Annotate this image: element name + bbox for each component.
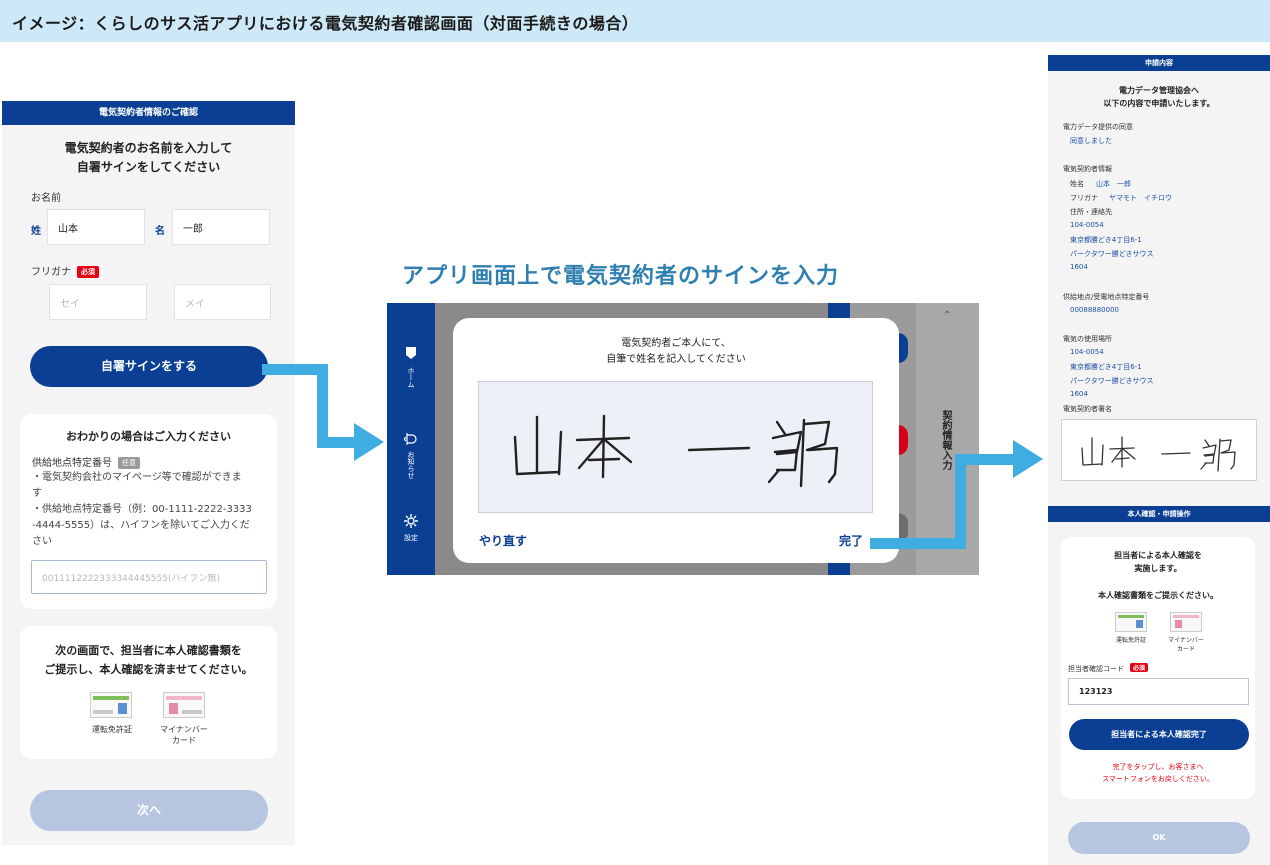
verification-header: 本人確認・申請操作 <box>1048 506 1270 522</box>
kana-key: フリガナ <box>1070 194 1098 202</box>
mynumber-card-icon <box>163 692 205 718</box>
bell-icon <box>403 432 417 446</box>
flow-arrow-1-vertical <box>317 364 328 448</box>
kana-sei-input[interactable]: セイ <box>49 284 147 320</box>
ok-button[interactable]: OK <box>1068 822 1250 854</box>
usage-line-1: 104-0054 <box>1070 348 1104 356</box>
gear-icon <box>404 514 418 528</box>
drivers-license-icon <box>90 692 132 718</box>
done-button[interactable]: 完了 <box>839 532 863 549</box>
redo-button[interactable]: やり直す <box>479 532 527 549</box>
signature-label: 電気契約者署名 <box>1063 405 1112 413</box>
flow-arrow-1-tail <box>317 437 359 448</box>
mynumber-card-label: マイナンバー カード <box>1168 637 1204 653</box>
mei-input[interactable]: 一郎 <box>172 209 270 245</box>
address-line-4: 1604 <box>1070 263 1088 271</box>
name-value: 山本 一郎 <box>1096 180 1131 188</box>
sei-label: 姓 <box>31 226 41 237</box>
address-line-1: 104-0054 <box>1070 221 1104 229</box>
sei-input[interactable]: 山本 <box>47 209 145 245</box>
side-nav-settings-label: 設定 <box>404 534 418 542</box>
staff-verify-complete-button[interactable]: 担当者による本人確認完了 <box>1069 719 1249 750</box>
top-banner: イメージ：くらしのサス活アプリにおける電気契約者確認画面（対面手続きの場合） <box>0 0 1270 42</box>
signature-preview <box>1061 419 1257 481</box>
usage-line-4: 1604 <box>1070 390 1088 398</box>
home-icon <box>406 347 416 359</box>
optional-badge: 任意 <box>118 457 140 469</box>
supply-point-label: 供給地点特定番号 任意 <box>32 454 140 469</box>
sign-button[interactable]: 自署サインをする <box>30 346 268 387</box>
side-nav-notice[interactable] <box>387 431 435 447</box>
usage-location-label: 電気の使用場所 <box>1063 335 1112 343</box>
next-button[interactable]: 次へ <box>30 790 268 831</box>
tablet-side-nav: ホーム お知らせ 設定 <box>387 303 435 575</box>
contractor-label: 電気契約者情報 <box>1063 165 1112 173</box>
signature-image <box>1081 436 1236 472</box>
chevron-up-icon: ⌃ <box>943 310 952 321</box>
verification-card: 担当者による本人確認を 実施します。 本人確認書類をご提示ください。 運転免許証… <box>1061 537 1255 799</box>
kana-value: ヤマモト イチロウ <box>1109 194 1172 202</box>
id-notice-text: 次の画面で、担当者に本人確認書類を ご提示し、本人確認を済ませてください。 <box>44 644 253 676</box>
required-badge: 必須 <box>77 266 99 278</box>
consent-label: 電力データ提供の同意 <box>1063 123 1133 131</box>
supply-point-input[interactable]: 0011112222333344445555(ハイフン無) <box>31 560 267 594</box>
signature-modal: 電気契約者ご本人にて、 自筆で姓名を記入してください やり直す 完了 <box>453 318 899 563</box>
drivers-license-label: 運転免許証 <box>92 725 132 734</box>
drivers-license-icon <box>1115 612 1147 632</box>
name-key: 姓名 <box>1070 180 1084 188</box>
flow-arrow-2-horizontal <box>870 538 966 549</box>
screen-header: 電気契約者情報のご確認 <box>2 101 295 125</box>
signature-instruction: 電気契約者ご本人にて、 自筆で姓名を記入してください <box>606 338 746 365</box>
staff-code-label: 担当者確認コード 必須 <box>1068 663 1149 674</box>
application-intro: 電力データ管理協会へ 以下の内容で申請いたします。 <box>1103 86 1215 108</box>
side-nav-home[interactable] <box>387 345 435 361</box>
signature-step-heading: アプリ画面上で電気契約者のサインを入力 <box>402 264 840 289</box>
staff-code-input[interactable]: 123123 <box>1068 678 1249 705</box>
screen-instruction: 電気契約者のお名前を入力して 自署サインをしてください <box>64 141 233 174</box>
supply-number-label: 供給地点/受電地点特定番号 <box>1063 293 1150 301</box>
name-label: お名前 <box>31 193 61 204</box>
drivers-license-label: 運転免許証 <box>1115 637 1146 644</box>
flow-arrow-2-tail <box>955 454 1015 465</box>
consent-value: 同意しました <box>1070 137 1112 145</box>
present-id-text: 本人確認書類をご提示ください。 <box>1098 591 1218 600</box>
banner-title: イメージ：くらしのサス活アプリにおける電気契約者確認画面（対面手続きの場合） <box>12 14 639 33</box>
optional-card-title: おわかりの場合はご入力ください <box>66 430 231 443</box>
verification-instruction: 担当者による本人確認を 実施します。 <box>1114 551 1202 573</box>
optional-info-card: おわかりの場合はご入力ください 供給地点特定番号 任意 ・電気契約会社のマイページ… <box>20 414 277 609</box>
usage-line-3: パークタワー勝どきサウス <box>1070 377 1154 385</box>
flow-arrow-2-head <box>1013 440 1043 478</box>
supply-point-note: ・電気契約会社のマイページ等で確認ができま す ・供給地点特定番号（例：00-1… <box>32 472 252 547</box>
mei-label: 名 <box>155 226 165 237</box>
side-nav-notice-label: お知らせ <box>407 451 415 479</box>
address-line-3: パークタワー勝どきサウス <box>1070 250 1154 258</box>
side-nav-home-label: ホーム <box>407 367 415 388</box>
return-phone-note: 完了をタップし、お客さまへ スマートフォンをお戻しください。 <box>1102 763 1214 783</box>
kana-label: フリガナ 必須 <box>31 263 99 278</box>
required-badge: 必須 <box>1130 663 1149 672</box>
address-line-2: 東京都勝どき4丁目6-1 <box>1070 236 1142 244</box>
kana-mei-input[interactable]: メイ <box>174 284 271 320</box>
signature-pad[interactable] <box>478 381 873 513</box>
id-notice-card: 次の画面で、担当者に本人確認書類を ご提示し、本人確認を済ませてください。 運転… <box>20 626 277 759</box>
contractor-info-screen: 電気契約者情報のご確認 電気契約者のお名前を入力して 自署サインをしてください … <box>2 101 295 845</box>
mynumber-card-label: マイナンバー カード <box>160 725 208 745</box>
usage-line-2: 東京都勝どき4丁目6-1 <box>1070 363 1142 371</box>
application-header: 申請内容 <box>1048 55 1270 71</box>
flow-arrow-2-vertical <box>955 454 966 549</box>
mynumber-card-icon <box>1170 612 1202 632</box>
address-key: 住所・連絡先 <box>1070 208 1112 216</box>
supply-number-value: 00088880000 <box>1070 306 1119 314</box>
contract-info-tab-label: 契約情報入力 <box>940 410 951 470</box>
side-nav-settings[interactable] <box>387 513 435 529</box>
handwritten-signature <box>513 414 839 488</box>
flow-arrow-1-head <box>354 423 384 461</box>
